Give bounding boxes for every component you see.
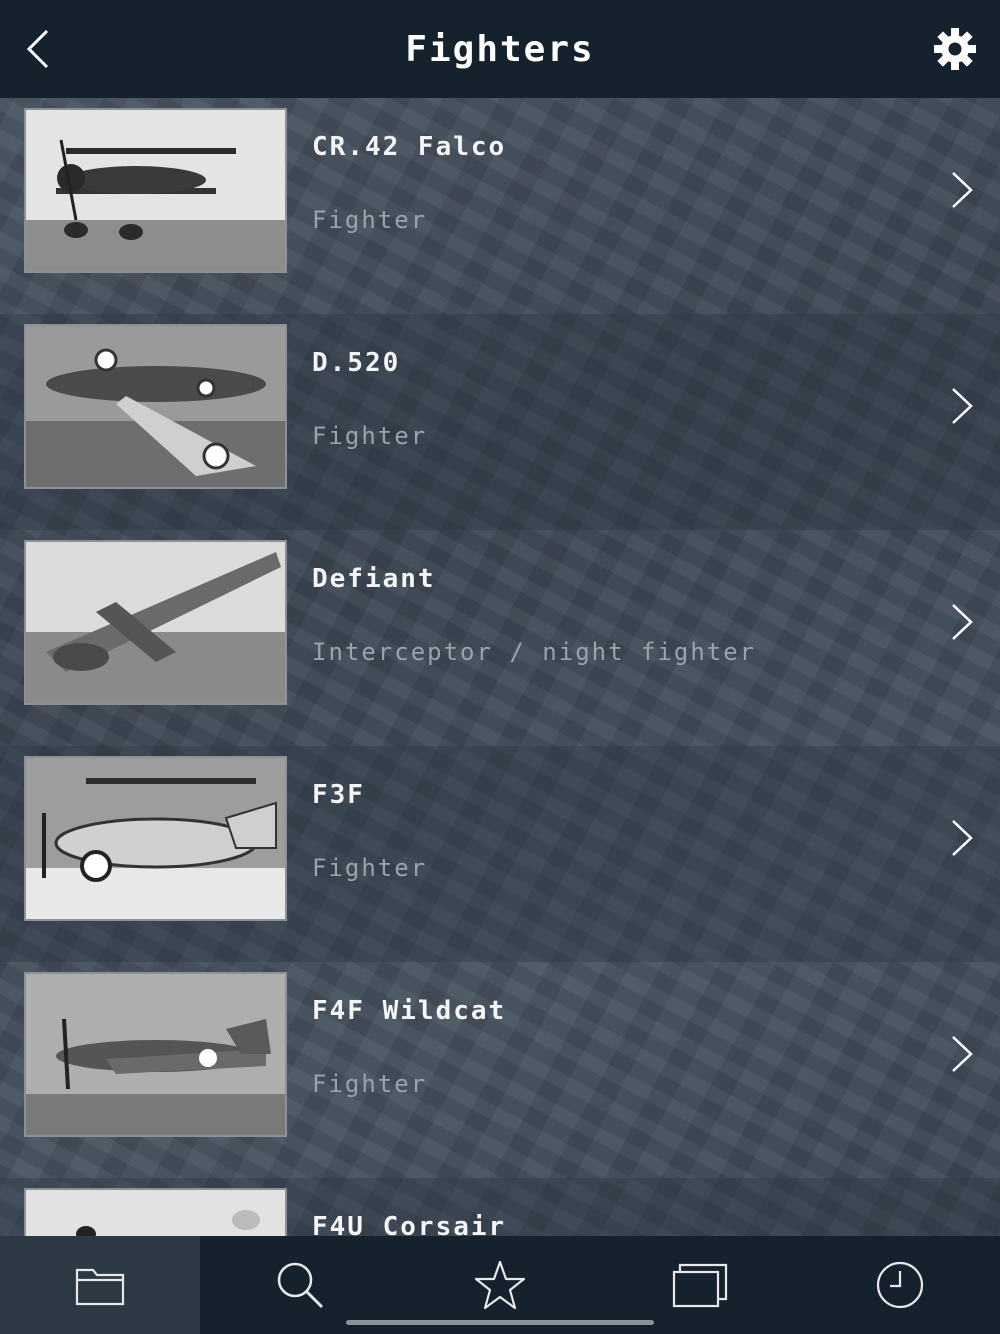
- chevron-right-icon: [952, 1036, 973, 1072]
- aircraft-photo: [24, 972, 287, 1137]
- windows-icon: [672, 1263, 728, 1308]
- aircraft-photo: [24, 756, 287, 921]
- list-item[interactable]: D.520 Fighter: [0, 314, 1000, 530]
- search-icon: [277, 1262, 324, 1309]
- back-button[interactable]: [18, 26, 58, 72]
- aircraft-name: Defiant: [312, 564, 436, 594]
- aircraft-role: Interceptor / night fighter: [312, 638, 757, 666]
- chevron-left-icon: [26, 29, 49, 69]
- chevron-right-icon: [952, 820, 973, 856]
- list-item[interactable]: Defiant Interceptor / night fighter: [0, 530, 1000, 746]
- list-item[interactable]: F3F Fighter: [0, 746, 1000, 962]
- chevron-right-icon: [952, 172, 973, 208]
- aircraft-name: F4U Corsair: [312, 1212, 507, 1236]
- settings-button[interactable]: [932, 26, 978, 72]
- aircraft-role: Fighter: [312, 854, 428, 882]
- list-item[interactable]: CR.42 Falco Fighter: [0, 98, 1000, 314]
- folder-icon: [75, 1268, 125, 1306]
- clock-icon: [876, 1261, 924, 1309]
- page-title: Fighters: [405, 28, 595, 70]
- aircraft-name: F4F Wildcat: [312, 996, 507, 1026]
- aircraft-name: D.520: [312, 348, 401, 378]
- tab-history[interactable]: [800, 1236, 1000, 1334]
- aircraft-photo: [24, 324, 287, 489]
- aircraft-photo: [24, 1188, 287, 1236]
- aircraft-name: F3F: [312, 780, 365, 810]
- aircraft-photo: [24, 108, 287, 273]
- tab-browse[interactable]: [0, 1236, 200, 1334]
- aircraft-name: CR.42 Falco: [312, 132, 507, 162]
- chevron-right-icon: [952, 604, 973, 640]
- list-item[interactable]: F4F Wildcat Fighter: [0, 962, 1000, 1178]
- list-item[interactable]: F4U Corsair: [0, 1178, 1000, 1236]
- chevron-right-icon: [952, 388, 973, 424]
- star-icon: [474, 1260, 526, 1310]
- gear-icon: [934, 28, 976, 70]
- aircraft-photo: [24, 540, 287, 705]
- aircraft-list: CR.42 Falco Fighter D.520 Fighter Defian…: [0, 98, 1000, 1236]
- navigation-bar: Fighters: [0, 0, 1000, 98]
- home-indicator: [346, 1320, 654, 1325]
- aircraft-role: Fighter: [312, 206, 428, 234]
- aircraft-role: Fighter: [312, 1070, 428, 1098]
- aircraft-role: Fighter: [312, 422, 428, 450]
